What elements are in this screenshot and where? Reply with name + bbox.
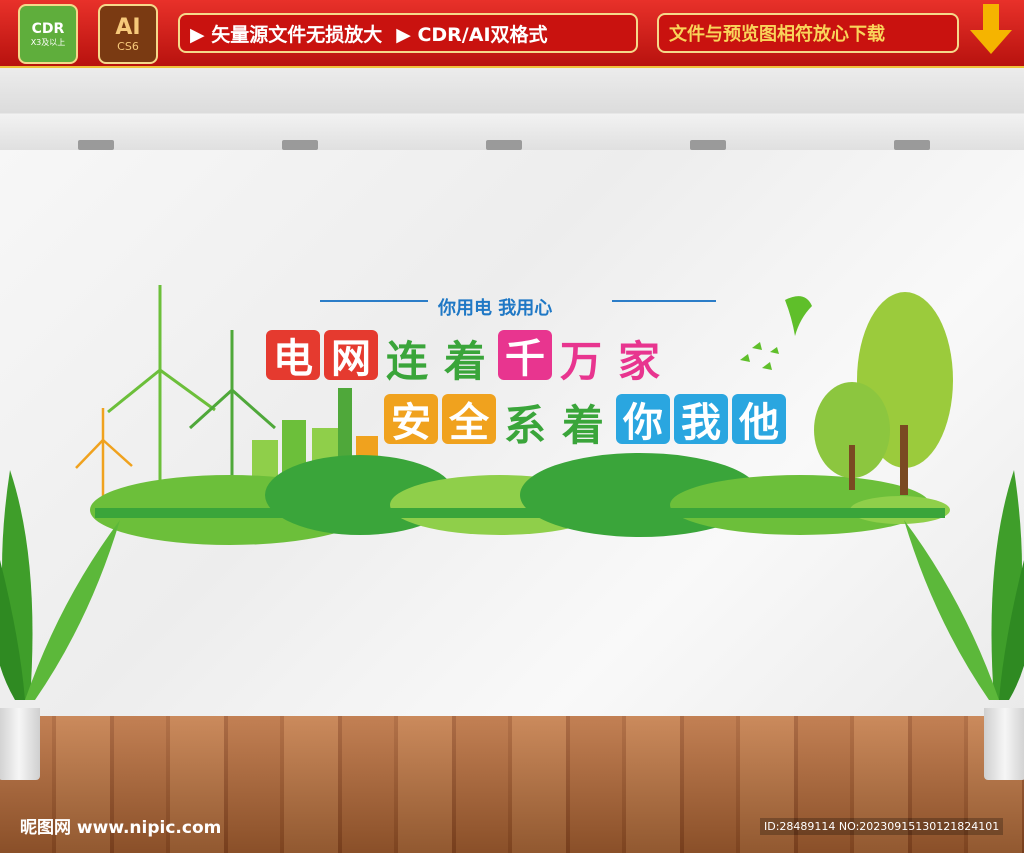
slogan-char: 我 (674, 394, 728, 446)
slogan-subtitle: 你用电 我用心 (438, 298, 553, 319)
subtitle-rule-left (320, 300, 428, 302)
slogan-char: 家 (618, 337, 661, 386)
slogan-char: 万 (560, 337, 603, 386)
wind-turbine-icon (75, 408, 133, 498)
slogan-char: 连 (386, 337, 429, 386)
slogan-char: 安 (384, 394, 438, 446)
wind-turbine-icon (107, 285, 216, 500)
subtitle-rule-right (612, 300, 716, 302)
slogan-char: 网 (324, 330, 378, 382)
green-hills (90, 453, 950, 545)
slogan-char: 着 (444, 337, 487, 386)
slogan-char: 全 (442, 394, 496, 446)
slogan-char: 你 (616, 394, 670, 446)
plant-pot-left (0, 708, 40, 780)
tree-icon (814, 292, 953, 495)
slogan-char: 系 (504, 401, 547, 450)
slogan-char: 他 (732, 394, 786, 446)
slogan-char: 着 (562, 401, 605, 450)
watermark-text: 昵图网 www.nipic.com (20, 818, 222, 838)
image-id-text: ID:28489114 NO:20230915130121824101 (760, 818, 1004, 835)
slogan-char: 千 (498, 330, 552, 382)
plant-pot-right (984, 708, 1024, 780)
birds-icon (740, 296, 812, 370)
slogan-char: 电 (266, 330, 320, 382)
